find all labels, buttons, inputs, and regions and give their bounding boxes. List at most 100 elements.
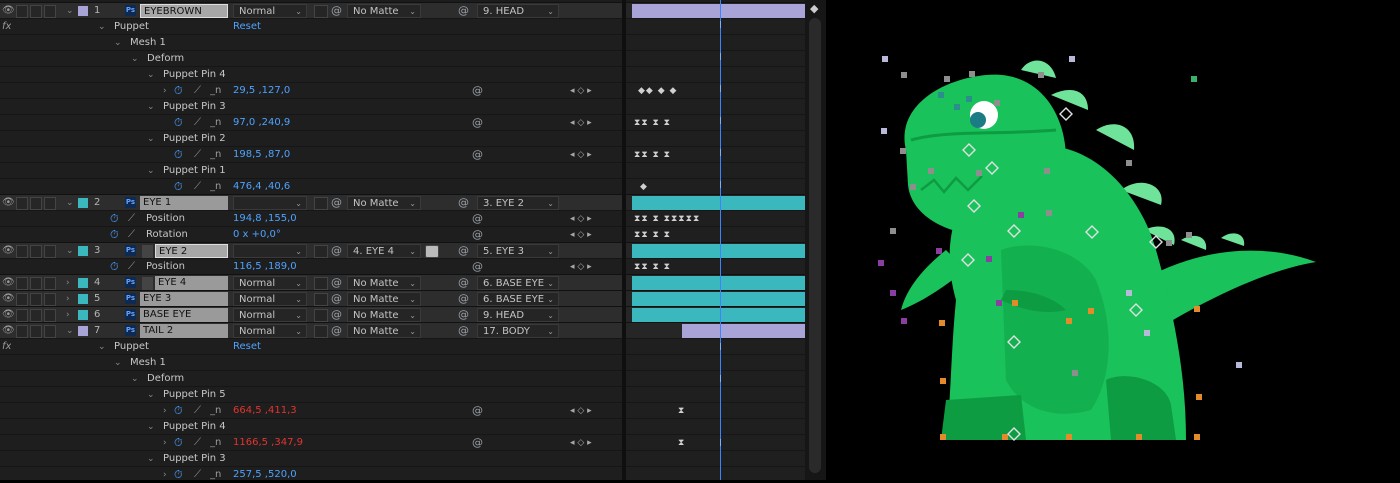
position-value[interactable]: 194,8 ,155,0 bbox=[233, 211, 297, 227]
blend-mode-dropdown[interactable]: Normal ⌄ bbox=[233, 308, 307, 322]
twirl-down-icon[interactable]: ⌄ bbox=[147, 67, 155, 83]
solo-switch[interactable] bbox=[30, 277, 42, 290]
layer-duration-bar[interactable] bbox=[682, 324, 805, 338]
twirl-right-icon[interactable]: › bbox=[163, 435, 167, 451]
track-matte-dropdown[interactable]: No Matte ⌄ bbox=[347, 276, 421, 290]
layer-name[interactable]: TAIL 2 bbox=[140, 324, 228, 338]
twirl-right-icon[interactable]: › bbox=[66, 291, 70, 307]
stopwatch-icon[interactable]: ⏱ bbox=[174, 403, 183, 419]
twirl-down-icon[interactable]: ⌄ bbox=[66, 3, 74, 19]
track-matte-dropdown[interactable]: No Matte ⌄ bbox=[347, 324, 421, 338]
keyframe-markers[interactable]: ⧗⧗ ⧗ ⧗⧗⧗⧗⧗ bbox=[634, 211, 700, 227]
parent-dropdown[interactable]: 6. BASE EYE ⌄ bbox=[477, 292, 559, 306]
graph-icon[interactable]: ⟋ bbox=[128, 211, 135, 227]
keyframe-markers[interactable]: ⧗⧗ ⧗ ⧗ bbox=[634, 259, 671, 275]
pickwhip-icon[interactable]: @ bbox=[472, 115, 483, 131]
layer-name[interactable]: EYE 4 bbox=[155, 276, 228, 290]
scrollbar-thumb[interactable] bbox=[809, 18, 821, 473]
twirl-right-icon[interactable]: › bbox=[163, 403, 167, 419]
visibility-eye-icon[interactable]: 👁 bbox=[2, 3, 14, 19]
graph-icon[interactable]: ⟋ bbox=[194, 467, 201, 480]
keyframe-marker[interactable]: ◆ bbox=[640, 179, 648, 195]
position-value[interactable]: 198,5 ,87,0 bbox=[233, 147, 290, 163]
keyframe-marker[interactable]: ⧗ bbox=[678, 403, 685, 419]
track-matte-switch[interactable] bbox=[314, 277, 328, 290]
layer-row-tail2[interactable]: 👁 ⌄ 7 Ps TAIL 2 Normal ⌄ @ No Matte ⌄ @ 17… bbox=[0, 322, 805, 339]
layer-row-eye3[interactable]: 👁 › 5 Ps EYE 3 Normal ⌄ @ No Matte ⌄ @ 6. … bbox=[0, 290, 805, 307]
twirl-down-icon[interactable]: ⌄ bbox=[66, 243, 74, 259]
composition-viewer[interactable] bbox=[826, 0, 1400, 480]
track-matte-switch[interactable] bbox=[314, 197, 328, 210]
pickwhip-icon[interactable]: @ bbox=[472, 227, 483, 243]
graph-icon[interactable]: ⟋ bbox=[128, 227, 135, 243]
twirl-down-icon[interactable]: ⌄ bbox=[66, 195, 74, 211]
keyframe-markers[interactable]: ◆◆ ◆ ◆ bbox=[638, 83, 677, 99]
graph-icon[interactable]: ⟋ bbox=[194, 83, 201, 99]
stopwatch-icon[interactable]: ⏱ bbox=[110, 211, 119, 227]
keyframe-navigator[interactable]: ◂ ◇ ▸ bbox=[570, 403, 592, 419]
stopwatch-icon[interactable]: ⏱ bbox=[174, 435, 183, 451]
track-matte-switch[interactable] bbox=[314, 245, 328, 258]
track-matte-dropdown[interactable]: No Matte ⌄ bbox=[347, 4, 421, 18]
visibility-eye-icon[interactable]: 👁 bbox=[2, 307, 14, 323]
twirl-down-icon[interactable]: ⌄ bbox=[147, 131, 155, 147]
layer-duration-bar[interactable] bbox=[632, 196, 805, 210]
layer-name[interactable]: EYE 2 bbox=[155, 244, 228, 258]
visibility-eye-icon[interactable]: 👁 bbox=[2, 291, 14, 307]
pickwhip-icon[interactable]: @ bbox=[331, 323, 342, 339]
stopwatch-icon[interactable]: ⏱ bbox=[174, 83, 183, 99]
track-matte-switch[interactable] bbox=[314, 325, 328, 338]
layer-name[interactable]: BASE EYE bbox=[140, 308, 228, 322]
layer-row-eye4[interactable]: 👁 › 4 Ps EYE 4 Normal ⌄ @ No Matte ⌄ @ 6. … bbox=[0, 274, 805, 291]
audio-switch[interactable] bbox=[16, 277, 28, 290]
solo-switch[interactable] bbox=[30, 325, 42, 338]
layer-row-eye2[interactable]: 👁 ⌄ 3 Ps EYE 2 ⌄ @ 4. EYE 4 ⌄ @ 5. EYE 3 ⌄ bbox=[0, 242, 805, 259]
graph-icon[interactable]: ⟋ bbox=[194, 403, 201, 419]
twirl-down-icon[interactable]: ⌄ bbox=[131, 371, 139, 387]
label-color-swatch[interactable] bbox=[78, 6, 88, 16]
reset-link[interactable]: Reset bbox=[233, 339, 261, 355]
parent-dropdown[interactable]: 17. BODY ⌄ bbox=[477, 324, 559, 338]
solo-switch[interactable] bbox=[30, 309, 42, 322]
pickwhip-icon[interactable]: @ bbox=[331, 307, 342, 323]
graph-icon[interactable]: ⟋ bbox=[194, 147, 201, 163]
stopwatch-icon[interactable]: ⏱ bbox=[174, 179, 183, 195]
pickwhip-icon[interactable]: @ bbox=[472, 403, 483, 419]
layer-row-base-eye[interactable]: 👁 › 6 Ps BASE EYE Normal ⌄ @ No Matte ⌄ @ … bbox=[0, 306, 805, 323]
twirl-down-icon[interactable]: ⌄ bbox=[98, 19, 106, 35]
keyframe-navigator[interactable]: ◂ ◇ ▸ bbox=[570, 227, 592, 243]
track-matte-dropdown[interactable]: No Matte ⌄ bbox=[347, 196, 421, 210]
twirl-down-icon[interactable]: ⌄ bbox=[147, 163, 155, 179]
visibility-eye-icon[interactable]: 👁 bbox=[2, 323, 14, 339]
visibility-eye-icon[interactable]: 👁 bbox=[2, 275, 14, 291]
parent-pickwhip-icon[interactable]: @ bbox=[458, 3, 469, 19]
blend-mode-dropdown[interactable]: Normal ⌄ bbox=[233, 4, 307, 18]
alpha-matte-icon[interactable] bbox=[425, 245, 439, 258]
rotation-value[interactable]: 0 x +0,0° bbox=[233, 227, 281, 243]
twirl-right-icon[interactable]: › bbox=[163, 83, 167, 99]
solo-switch[interactable] bbox=[30, 5, 42, 18]
vertical-scrollbar[interactable]: ◆ bbox=[805, 0, 826, 480]
pickwhip-icon[interactable]: @ bbox=[331, 275, 342, 291]
audio-switch[interactable] bbox=[16, 197, 28, 210]
track-matte-dropdown[interactable]: No Matte ⌄ bbox=[347, 308, 421, 322]
layer-name[interactable]: EYE 3 bbox=[140, 292, 228, 306]
stopwatch-icon[interactable]: ⏱ bbox=[110, 259, 119, 275]
graph-icon[interactable]: ⟋ bbox=[194, 115, 201, 131]
visibility-eye-icon[interactable]: 👁 bbox=[2, 243, 14, 259]
blend-mode-dropdown[interactable]: Normal ⌄ bbox=[233, 324, 307, 338]
pickwhip-icon[interactable]: @ bbox=[472, 435, 483, 451]
stopwatch-icon[interactable]: ⏱ bbox=[110, 227, 119, 243]
position-value[interactable]: 29,5 ,127,0 bbox=[233, 83, 290, 99]
position-value[interactable]: 116,5 ,189,0 bbox=[233, 259, 297, 275]
current-time-indicator[interactable] bbox=[720, 0, 721, 480]
twirl-down-icon[interactable]: ⌄ bbox=[66, 323, 74, 339]
blend-mode-dropdown[interactable]: ⌄ bbox=[233, 196, 307, 210]
twirl-down-icon[interactable]: ⌄ bbox=[98, 339, 106, 355]
audio-switch[interactable] bbox=[16, 245, 28, 258]
lock-switch[interactable] bbox=[44, 277, 56, 290]
layer-duration-bar[interactable] bbox=[632, 308, 805, 322]
label-color-swatch[interactable] bbox=[78, 310, 88, 320]
lock-switch[interactable] bbox=[44, 197, 56, 210]
audio-switch[interactable] bbox=[16, 309, 28, 322]
